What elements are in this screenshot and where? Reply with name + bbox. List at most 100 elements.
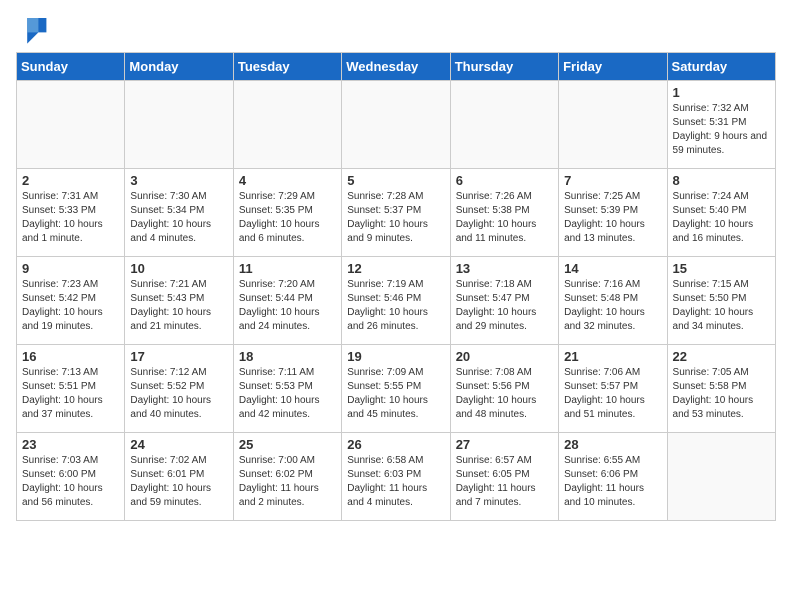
day-number: 11 [239,261,336,276]
day-info: Sunrise: 7:20 AM Sunset: 5:44 PM Dayligh… [239,278,336,334]
day-info: Sunrise: 6:58 AM Sunset: 6:03 PM Dayligh… [347,454,444,510]
calendar-cell: 26 Sunrise: 6:58 AM Sunset: 6:03 PM Dayli… [342,433,450,521]
day-number: 13 [456,261,553,276]
day-info: Sunrise: 7:19 AM Sunset: 5:46 PM Dayligh… [347,278,444,334]
calendar-cell: 21 Sunrise: 7:06 AM Sunset: 5:57 PM Dayli… [559,345,667,433]
calendar-cell: 25 Sunrise: 7:00 AM Sunset: 6:02 PM Dayli… [233,433,341,521]
day-info: Sunrise: 7:02 AM Sunset: 6:01 PM Dayligh… [130,454,227,510]
calendar-cell [233,81,341,169]
day-info: Sunrise: 7:05 AM Sunset: 5:58 PM Dayligh… [673,366,770,422]
calendar-cell: 9 Sunrise: 7:23 AM Sunset: 5:42 PM Daylig… [17,257,125,345]
page-header [16,16,776,44]
day-number: 18 [239,349,336,364]
calendar-week-4: 23 Sunrise: 7:03 AM Sunset: 6:00 PM Dayli… [17,433,776,521]
day-number: 4 [239,173,336,188]
calendar-cell [667,433,775,521]
calendar-cell: 10 Sunrise: 7:21 AM Sunset: 5:43 PM Dayli… [125,257,233,345]
day-number: 8 [673,173,770,188]
day-number: 25 [239,437,336,452]
day-number: 14 [564,261,661,276]
logo-icon [16,16,48,44]
day-number: 6 [456,173,553,188]
day-header-wednesday: Wednesday [342,53,450,81]
day-info: Sunrise: 7:13 AM Sunset: 5:51 PM Dayligh… [22,366,119,422]
calendar-week-1: 2 Sunrise: 7:31 AM Sunset: 5:33 PM Daylig… [17,169,776,257]
day-number: 28 [564,437,661,452]
day-number: 7 [564,173,661,188]
calendar-week-3: 16 Sunrise: 7:13 AM Sunset: 5:51 PM Dayli… [17,345,776,433]
day-number: 20 [456,349,553,364]
calendar-header-row: SundayMondayTuesdayWednesdayThursdayFrid… [17,53,776,81]
calendar-cell: 14Sunrise: 7:16 AM Sunset: 5:48 PM Dayli… [559,257,667,345]
day-number: 9 [22,261,119,276]
day-number: 26 [347,437,444,452]
day-header-thursday: Thursday [450,53,558,81]
calendar-cell: 1 Sunrise: 7:32 AM Sunset: 5:31 PM Daylig… [667,81,775,169]
day-info: Sunrise: 7:11 AM Sunset: 5:53 PM Dayligh… [239,366,336,422]
day-info: Sunrise: 7:26 AM Sunset: 5:38 PM Dayligh… [456,190,553,246]
day-number: 22 [673,349,770,364]
day-number: 2 [22,173,119,188]
calendar-cell: 27 Sunrise: 6:57 AM Sunset: 6:05 PM Dayli… [450,433,558,521]
calendar-cell: 3 Sunrise: 7:30 AM Sunset: 5:34 PM Daylig… [125,169,233,257]
day-info: Sunrise: 7:03 AM Sunset: 6:00 PM Dayligh… [22,454,119,510]
day-number: 3 [130,173,227,188]
day-number: 1 [673,85,770,100]
day-header-saturday: Saturday [667,53,775,81]
day-number: 17 [130,349,227,364]
day-number: 5 [347,173,444,188]
calendar-cell: 5 Sunrise: 7:28 AM Sunset: 5:37 PM Daylig… [342,169,450,257]
day-info: Sunrise: 6:57 AM Sunset: 6:05 PM Dayligh… [456,454,553,510]
day-number: 23 [22,437,119,452]
logo [16,16,54,44]
calendar-cell [450,81,558,169]
day-number: 21 [564,349,661,364]
calendar-cell: 28 Sunrise: 6:55 AM Sunset: 6:06 PM Dayli… [559,433,667,521]
day-number: 16 [22,349,119,364]
calendar-cell [559,81,667,169]
calendar-cell: 23 Sunrise: 7:03 AM Sunset: 6:00 PM Dayli… [17,433,125,521]
day-info: Sunrise: 7:00 AM Sunset: 6:02 PM Dayligh… [239,454,336,510]
calendar-cell: 11 Sunrise: 7:20 AM Sunset: 5:44 PM Dayli… [233,257,341,345]
day-info: Sunrise: 7:28 AM Sunset: 5:37 PM Dayligh… [347,190,444,246]
calendar-cell: 20 Sunrise: 7:08 AM Sunset: 5:56 PM Dayli… [450,345,558,433]
day-info: Sunrise: 7:21 AM Sunset: 5:43 PM Dayligh… [130,278,227,334]
day-info: Sunrise: 7:24 AM Sunset: 5:40 PM Dayligh… [673,190,770,246]
day-info: Sunrise: 7:06 AM Sunset: 5:57 PM Dayligh… [564,366,661,422]
calendar-cell: 15Sunrise: 7:15 AM Sunset: 5:50 PM Dayli… [667,257,775,345]
day-info: Sunrise: 7:08 AM Sunset: 5:56 PM Dayligh… [456,366,553,422]
calendar-cell [342,81,450,169]
calendar-cell: 8 Sunrise: 7:24 AM Sunset: 5:40 PM Daylig… [667,169,775,257]
day-info: Sunrise: 6:55 AM Sunset: 6:06 PM Dayligh… [564,454,661,510]
day-info: Sunrise: 7:32 AM Sunset: 5:31 PM Dayligh… [673,102,770,158]
day-info: Sunrise: 7:30 AM Sunset: 5:34 PM Dayligh… [130,190,227,246]
day-info: Sunrise: 7:12 AM Sunset: 5:52 PM Dayligh… [130,366,227,422]
calendar-cell: 2 Sunrise: 7:31 AM Sunset: 5:33 PM Daylig… [17,169,125,257]
calendar-cell: 24 Sunrise: 7:02 AM Sunset: 6:01 PM Dayli… [125,433,233,521]
calendar-cell: 18 Sunrise: 7:11 AM Sunset: 5:53 PM Dayli… [233,345,341,433]
day-info: Sunrise: 7:29 AM Sunset: 5:35 PM Dayligh… [239,190,336,246]
day-header-monday: Monday [125,53,233,81]
calendar-week-2: 9 Sunrise: 7:23 AM Sunset: 5:42 PM Daylig… [17,257,776,345]
day-number: 27 [456,437,553,452]
calendar-cell: 17 Sunrise: 7:12 AM Sunset: 5:52 PM Dayli… [125,345,233,433]
day-info: Sunrise: 7:18 AM Sunset: 5:47 PM Dayligh… [456,278,553,334]
calendar-cell: 6 Sunrise: 7:26 AM Sunset: 5:38 PM Daylig… [450,169,558,257]
calendar: SundayMondayTuesdayWednesdayThursdayFrid… [16,52,776,521]
calendar-cell: 22 Sunrise: 7:05 AM Sunset: 5:58 PM Dayli… [667,345,775,433]
day-info: Sunrise: 7:25 AM Sunset: 5:39 PM Dayligh… [564,190,661,246]
calendar-cell [125,81,233,169]
day-header-sunday: Sunday [17,53,125,81]
calendar-cell [17,81,125,169]
day-number: 10 [130,261,227,276]
day-number: 24 [130,437,227,452]
calendar-cell: 12Sunrise: 7:19 AM Sunset: 5:46 PM Dayli… [342,257,450,345]
calendar-cell: 16 Sunrise: 7:13 AM Sunset: 5:51 PM Dayli… [17,345,125,433]
day-number: 19 [347,349,444,364]
calendar-cell: 13 Sunrise: 7:18 AM Sunset: 5:47 PM Dayli… [450,257,558,345]
day-info: Sunrise: 7:31 AM Sunset: 5:33 PM Dayligh… [22,190,119,246]
day-info: Sunrise: 7:15 AM Sunset: 5:50 PM Dayligh… [673,278,770,334]
day-info: Sunrise: 7:23 AM Sunset: 5:42 PM Dayligh… [22,278,119,334]
day-header-friday: Friday [559,53,667,81]
day-header-tuesday: Tuesday [233,53,341,81]
